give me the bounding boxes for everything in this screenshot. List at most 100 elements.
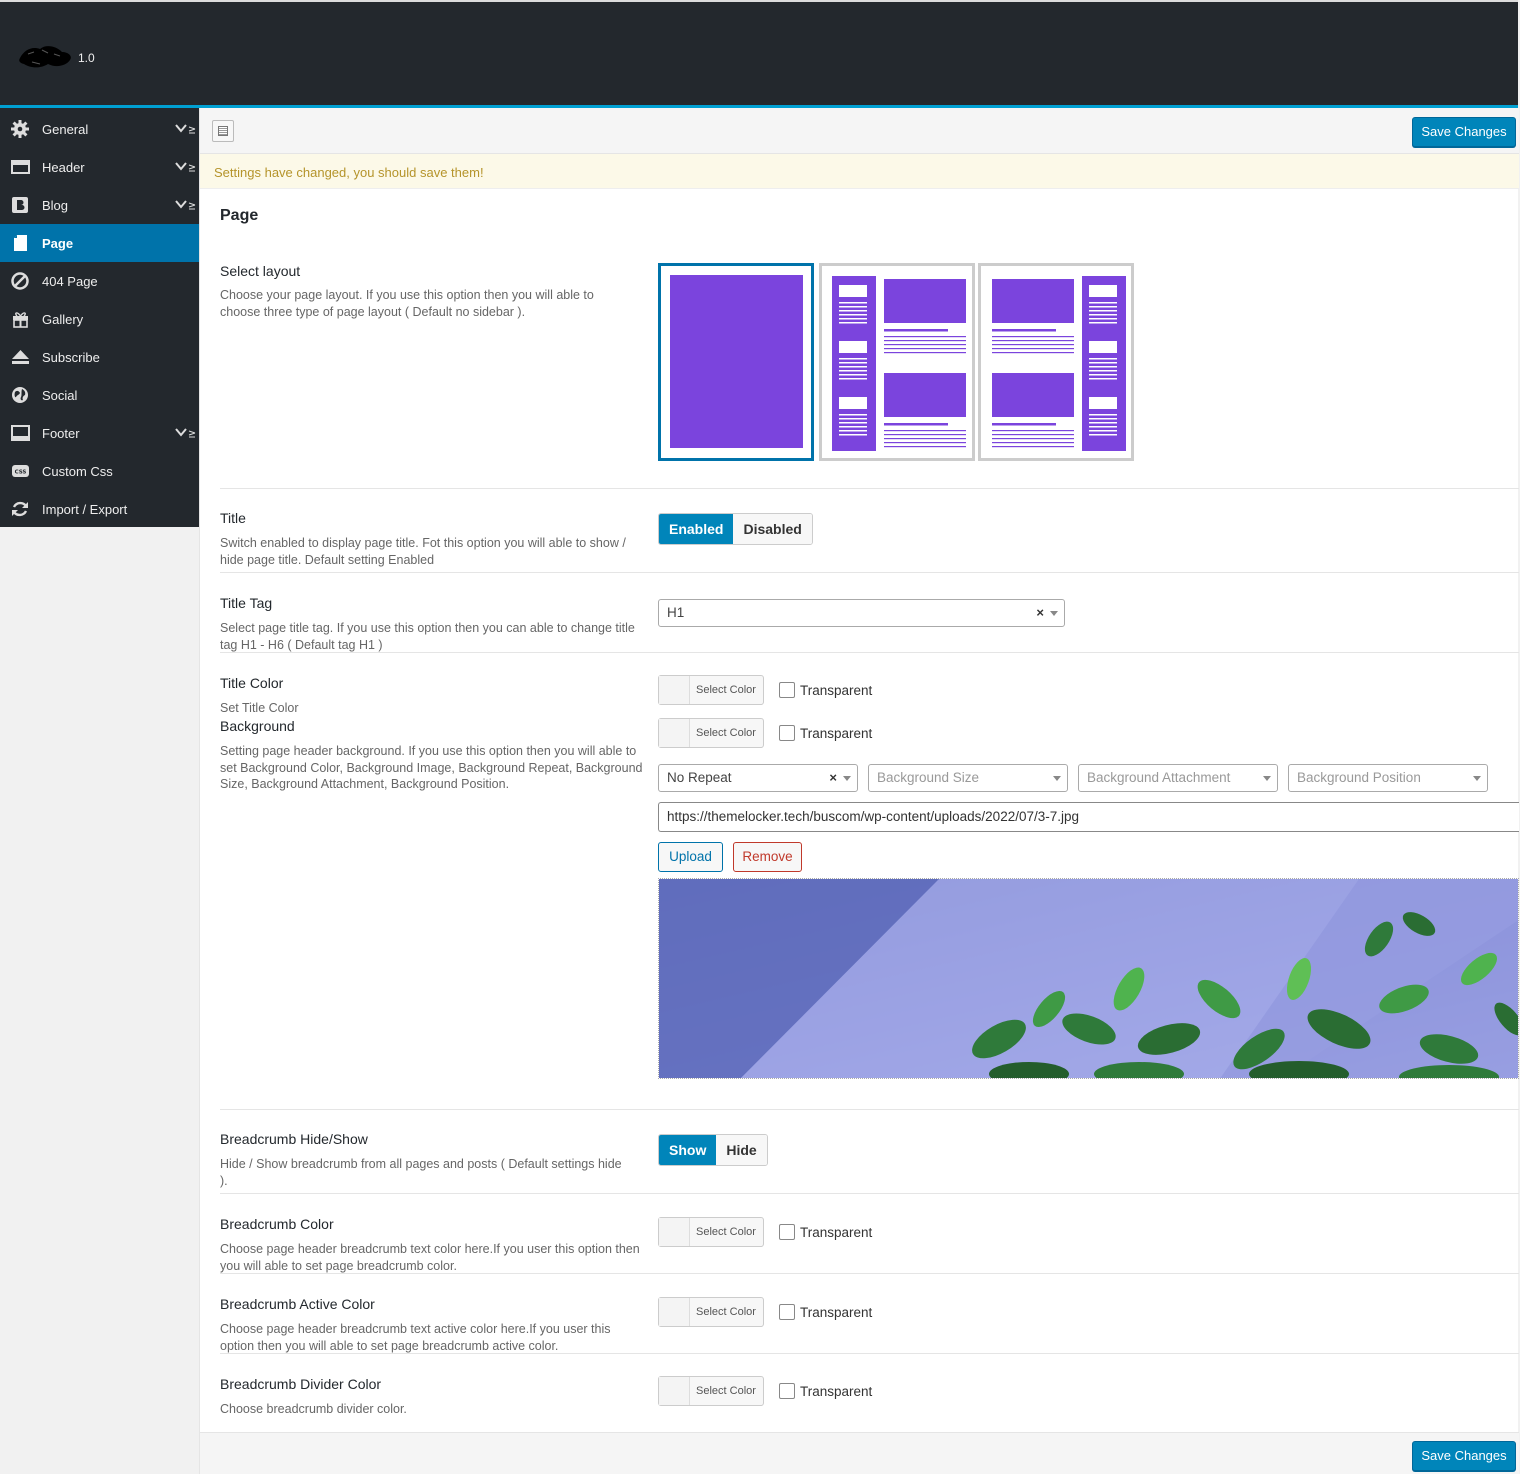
background-transparent[interactable]: Transparent [779, 725, 872, 741]
background-attachment-select[interactable]: Background Attachment [1078, 764, 1278, 792]
transparent-checkbox[interactable] [779, 1383, 795, 1399]
sidebar-item-footer[interactable]: Footer [0, 414, 199, 452]
layout-option-no-sidebar[interactable] [658, 263, 814, 461]
title-enabled-button[interactable]: Enabled [659, 514, 734, 544]
color-swatch [659, 1377, 690, 1405]
select-color-label: Select Color [696, 1385, 756, 1397]
breadcrumb-show-button[interactable]: Show [659, 1135, 717, 1165]
sidebar-item-label: Import / Export [42, 502, 128, 517]
sidebar-item-404-page[interactable]: 404 Page [0, 262, 199, 300]
title-color-picker[interactable]: Select Color [658, 675, 764, 705]
header-icon [11, 160, 30, 174]
title-disabled-button[interactable]: Disabled [733, 514, 812, 544]
background-image-url-field[interactable]: https://themelocker.tech/buscom/wp-conte… [658, 802, 1519, 832]
transparent-checkbox[interactable] [779, 1304, 795, 1320]
css-icon: CSS [12, 465, 29, 477]
color-swatch [659, 676, 690, 704]
sidebar-item-blog[interactable]: Blog [0, 186, 199, 224]
divider [220, 1273, 1519, 1274]
breadcrumb-active-color-picker[interactable]: Select Color [658, 1297, 764, 1327]
background-repeat-value: No Repeat [667, 770, 732, 785]
sidebar: General Header Blog Page 404 Page Galler… [0, 108, 199, 527]
gift-icon [13, 312, 28, 328]
sidebar-item-import-export[interactable]: Import / Export [0, 490, 199, 528]
background-position-select[interactable]: Background Position [1288, 764, 1488, 792]
sidebar-item-subscribe[interactable]: Subscribe [0, 338, 199, 376]
breadcrumb-divider-color-desc: Choose breadcrumb divider color. [220, 1402, 407, 1416]
layout-option-right-sidebar[interactable] [978, 263, 1134, 461]
gear-icon [11, 120, 29, 138]
dropdown-arrow-icon [843, 776, 851, 781]
title-tag-select[interactable]: H1 × [658, 599, 1065, 627]
select-color-label: Select Color [696, 1306, 756, 1318]
background-position-placeholder: Background Position [1297, 770, 1421, 785]
divider [220, 1193, 1519, 1194]
save-changes-button-bottom[interactable]: Save Changes [1412, 1441, 1516, 1471]
title-label: Title [220, 510, 246, 526]
breadcrumb-desc: Hide / Show breadcrumb from all pages an… [220, 1157, 622, 1188]
title-color-desc: Set Title Color [220, 701, 299, 715]
breadcrumb-active-color-desc: Choose page header breadcrumb text activ… [220, 1322, 611, 1353]
transparent-checkbox[interactable] [779, 1224, 795, 1240]
select-color-label: Select Color [696, 727, 756, 739]
background-color-picker[interactable]: Select Color [658, 718, 764, 748]
background-repeat-select[interactable]: No Repeat × [658, 764, 858, 792]
breadcrumb-active-color-transparent[interactable]: Transparent [779, 1304, 872, 1320]
title-toggle: Enabled Disabled [658, 513, 813, 545]
dropdown-arrow-icon [1053, 776, 1061, 781]
transparent-checkbox[interactable] [779, 725, 795, 741]
breadcrumb-color-transparent[interactable]: Transparent [779, 1224, 872, 1240]
transparent-label: Transparent [800, 682, 873, 698]
dropdown-arrow-icon [1050, 611, 1058, 616]
sidebar-item-general[interactable]: General [0, 110, 199, 148]
breadcrumb-toggle: Show Hide [658, 1134, 768, 1166]
page-icon [14, 235, 27, 251]
clear-icon[interactable]: × [1036, 600, 1044, 626]
ban-icon [11, 272, 29, 290]
clear-icon[interactable]: × [829, 765, 837, 791]
right-sidebar-illustration [992, 276, 1126, 451]
sidebar-item-custom-css[interactable]: CSS Custom Css [0, 452, 199, 490]
sidebar-item-label: Header [42, 160, 85, 175]
sidebar-item-label: 404 Page [42, 274, 98, 289]
divider [220, 1109, 1519, 1110]
select-color-label: Select Color [696, 1226, 756, 1238]
sidebar-item-label: Subscribe [42, 350, 100, 365]
breadcrumb-divider-color-transparent[interactable]: Transparent [779, 1383, 872, 1399]
remove-button[interactable]: Remove [733, 842, 802, 872]
sidebar-item-gallery[interactable]: Gallery [0, 300, 199, 338]
globe-icon [12, 387, 28, 403]
sidebar-item-label: Footer [42, 426, 80, 441]
breadcrumb-color-picker[interactable]: Select Color [658, 1217, 764, 1247]
background-desc: Setting page header background. If you u… [220, 744, 643, 791]
dropdown-arrow-icon [1473, 776, 1481, 781]
transparent-checkbox[interactable] [779, 682, 795, 698]
options-panel: Save Changes Settings have changed, you … [199, 108, 1519, 1474]
sidebar-item-page[interactable]: Page [0, 224, 199, 262]
sidebar-item-header[interactable]: Header [0, 148, 199, 186]
breadcrumb-divider-color-picker[interactable]: Select Color [658, 1376, 764, 1406]
expand-options-button[interactable] [212, 120, 234, 142]
upload-button[interactable]: Upload [658, 842, 723, 872]
breadcrumb-divider-color-label: Breadcrumb Divider Color [220, 1376, 382, 1392]
breadcrumb-hide-button[interactable]: Hide [716, 1135, 767, 1165]
divider [220, 1353, 1519, 1354]
layout-label: Select layout [220, 263, 301, 279]
layout-option-left-sidebar[interactable] [819, 263, 975, 461]
eject-icon [12, 350, 29, 364]
transparent-label: Transparent [800, 725, 873, 741]
sidebar-item-social[interactable]: Social [0, 376, 199, 414]
version-label: 1.0 [78, 51, 95, 65]
title-color-transparent[interactable]: Transparent [779, 682, 872, 698]
divider [220, 652, 1519, 653]
save-changes-button-top[interactable]: Save Changes [1412, 117, 1516, 147]
sidebar-item-label: Custom Css [42, 464, 113, 479]
breadcrumb-color-label: Breadcrumb Color [220, 1216, 334, 1232]
top-header: 1.0 [0, 0, 1518, 108]
logo-icon [19, 46, 71, 68]
top-toolbar: Save Changes [200, 108, 1519, 154]
no-sidebar-illustration [670, 275, 803, 448]
breadcrumb-color-desc: Choose page header breadcrumb text color… [220, 1242, 640, 1273]
background-label: Background [220, 718, 295, 734]
background-size-select[interactable]: Background Size [868, 764, 1068, 792]
